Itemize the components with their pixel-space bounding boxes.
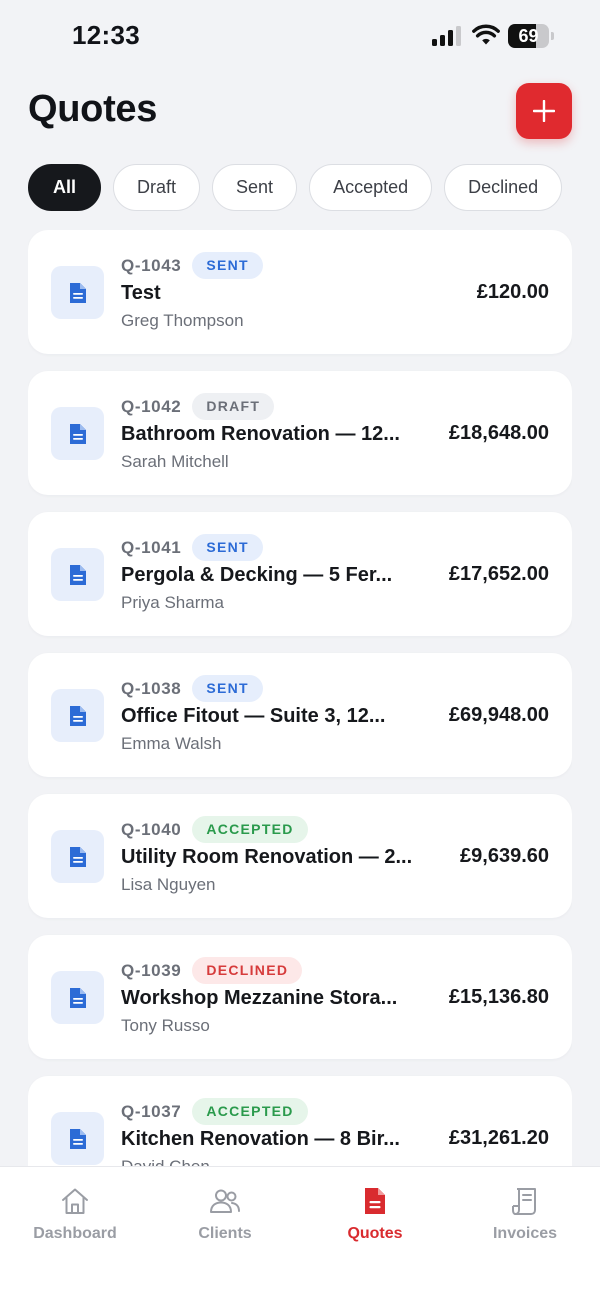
client-name: Lisa Nguyen [121,875,216,894]
tab-label: Invoices [492,1225,558,1242]
quote-number: Q-1037 [121,1102,182,1121]
battery-icon: 69 [508,24,554,48]
status-time: 12:33 [72,20,140,50]
status-filter-bar: All Draft Sent Accepted Declined [28,164,572,212]
client-name: Sarah Mitchell [121,452,229,471]
quote-card[interactable]: Q-1040 ACCEPTED Utility Room Renovation … [28,794,572,918]
users-icon [210,1189,240,1213]
status-badge: ACCEPTED [192,816,308,843]
quote-amount: £69,948.00 [448,704,549,726]
document-icon [365,1188,385,1214]
quote-number: Q-1039 [121,961,182,980]
quote-card[interactable]: Q-1038 SENT Office Fitout — Suite 3, 12.… [28,653,572,777]
bottom-tab-bar: Dashboard Clients Quotes Invoices [0,1166,600,1298]
status-badge: SENT [192,675,263,702]
quote-amount: £18,648.00 [448,422,549,444]
quote-number: Q-1040 [121,820,182,839]
quote-amount: £15,136.80 [448,986,549,1008]
client-name: Tony Russo [121,1016,210,1035]
tab-invoices[interactable]: Invoices [450,1185,600,1245]
quote-card[interactable]: Q-1043 SENT Test Greg Thompson £120.00 [28,230,572,354]
tab-clients[interactable]: Clients [150,1185,300,1245]
filter-chip-draft[interactable]: Draft [113,164,201,211]
client-name: Emma Walsh [121,734,222,753]
filter-chip-accepted[interactable]: Accepted [309,164,433,211]
tab-label: Clients [198,1225,252,1242]
client-name: Priya Sharma [121,593,224,612]
tab-quotes[interactable]: Quotes [300,1185,450,1245]
quote-document-icon [51,689,104,742]
quote-title: Workshop Mezzanine Stora... [121,987,398,1009]
quote-number: Q-1043 [121,256,182,275]
quote-document-icon [51,266,104,319]
battery-percent: 69 [518,26,539,46]
quote-document-icon [51,830,104,883]
quote-amount: £120.00 [476,281,549,303]
status-badge: SENT [192,534,263,561]
quote-title: Utility Room Renovation — 2... [121,846,413,868]
filter-chip-sent[interactable]: Sent [212,164,298,211]
quote-number: Q-1038 [121,679,182,698]
status-bar: 12:33 69 [0,0,600,66]
quote-title: Pergola & Decking — 5 Fer... [121,564,393,586]
quote-amount: £9,639.60 [460,845,549,867]
add-quote-button[interactable] [516,83,572,139]
filter-chip-all[interactable]: All [28,164,102,211]
status-badge: DECLINED [192,957,303,984]
quote-document-icon [51,407,104,460]
filter-chip-declined[interactable]: Declined [444,164,563,211]
status-badge: DRAFT [192,393,275,420]
quote-document-icon [51,548,104,601]
quote-number: Q-1041 [121,538,182,557]
plus-icon [533,100,555,122]
quote-document-icon [51,1112,104,1165]
quote-document-icon [51,971,104,1024]
quote-amount: £17,652.00 [448,563,549,585]
quote-title: Kitchen Renovation — 8 Bir... [121,1128,400,1150]
home-icon [62,1188,88,1214]
quote-card[interactable]: Q-1041 SENT Pergola & Decking — 5 Fer...… [28,512,572,636]
quote-card[interactable]: Q-1042 DRAFT Bathroom Renovation — 12...… [28,371,572,495]
quote-card[interactable]: Q-1037 ACCEPTED Kitchen Renovation — 8 B… [28,1076,572,1166]
status-badge: ACCEPTED [192,1098,308,1125]
client-name: Greg Thompson [121,311,244,330]
page-title: Quotes [28,88,158,130]
wifi-icon [472,24,500,45]
receipt-icon [512,1188,536,1215]
status-badge: SENT [192,252,263,279]
quote-card[interactable]: Q-1039 DECLINED Workshop Mezzanine Stora… [28,935,572,1059]
quote-title: Test [121,282,161,304]
quote-title: Bathroom Renovation — 12... [121,423,400,445]
client-name: David Chen [121,1157,210,1166]
tab-label: Dashboard [33,1225,117,1242]
cellular-signal-icon [432,26,461,46]
quote-number: Q-1042 [121,397,182,416]
quote-amount: £31,261.20 [448,1127,549,1149]
tab-dashboard[interactable]: Dashboard [0,1185,150,1245]
quote-list: Q-1043 SENT Test Greg Thompson £120.00 Q… [28,230,572,1166]
quote-title: Office Fitout — Suite 3, 12... [121,705,386,727]
tab-label: Quotes [347,1225,403,1242]
